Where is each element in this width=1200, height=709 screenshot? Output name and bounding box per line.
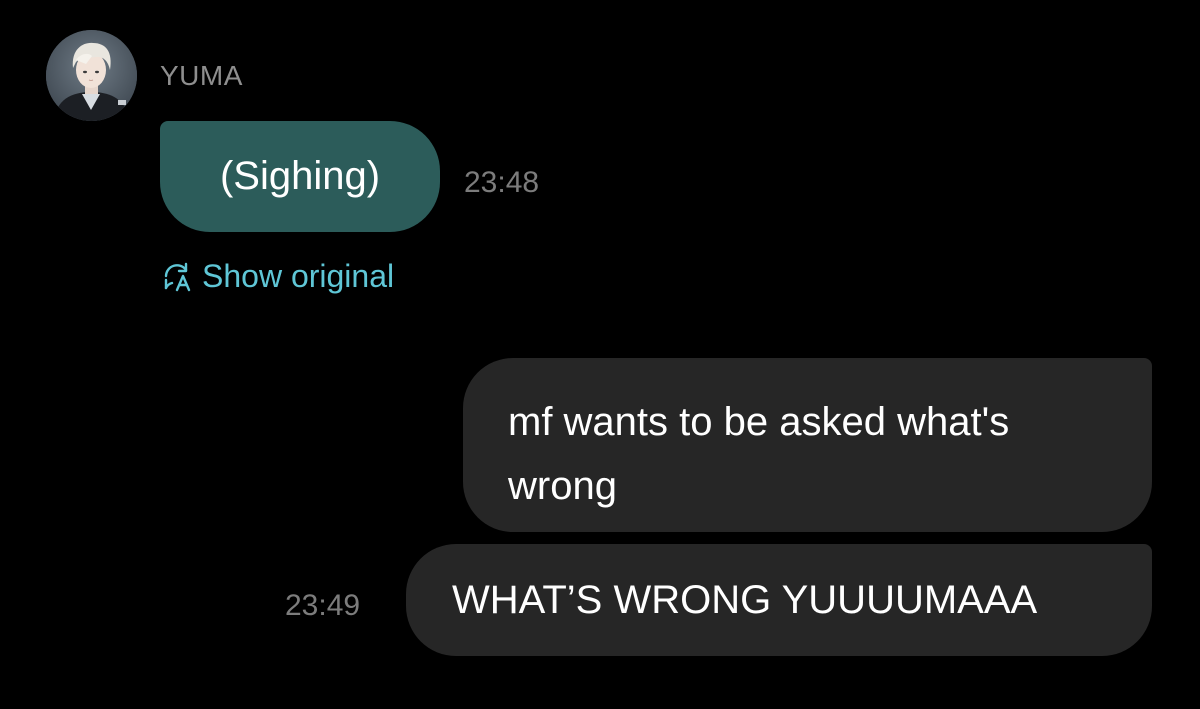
- message-text: (Sighing): [219, 154, 381, 198]
- show-original-link[interactable]: Show original: [162, 258, 394, 295]
- message-timestamp: 23:49: [285, 589, 361, 622]
- outgoing-message-bubble[interactable]: mf wants to be asked what's wrong: [463, 358, 1152, 532]
- message-text: WHAT’S WRONG YUUUUMAAA: [452, 577, 1038, 622]
- sender-name: YUMA: [160, 60, 243, 91]
- incoming-message-bubble[interactable]: (Sighing): [160, 121, 440, 232]
- outgoing-message-bubble[interactable]: WHAT’S WRONG YUUUUMAAA: [406, 544, 1152, 656]
- message-timestamp: 23:48: [464, 166, 540, 199]
- avatar[interactable]: [46, 30, 137, 121]
- message-text: mf wants to be asked what's wrong: [508, 400, 1010, 508]
- chat-view: YUMA (Sighing) 23:48 Show original mf wa…: [0, 0, 1200, 709]
- avatar-photo: [46, 30, 137, 121]
- translate-icon: [164, 262, 191, 291]
- show-original-label: Show original: [202, 258, 395, 294]
